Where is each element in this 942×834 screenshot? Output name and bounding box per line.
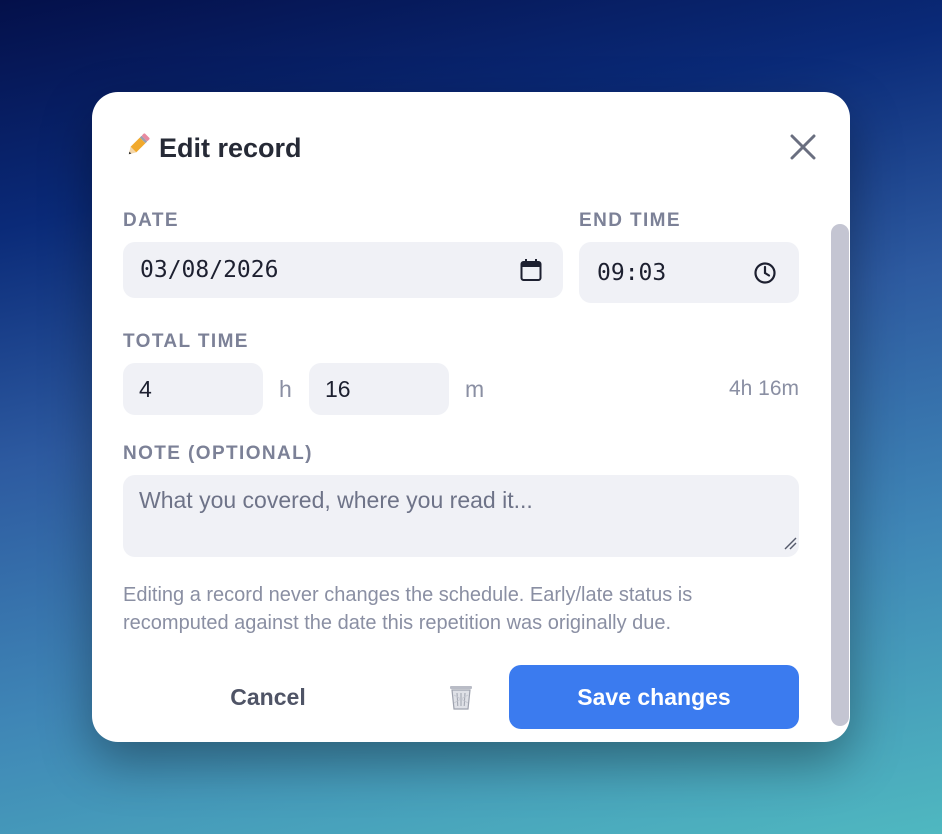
total-time-label: TOTAL TIME (123, 331, 249, 352)
trash-icon (450, 686, 472, 710)
save-changes-button[interactable]: Save changes (509, 665, 799, 729)
end-time-label: END TIME (579, 210, 681, 231)
date-input[interactable]: 03/08/2026 (123, 242, 563, 298)
delete-button[interactable] (442, 678, 480, 716)
end-time-input[interactable]: 09:03 (579, 242, 799, 303)
total-time-summary: 4h 16m (728, 377, 799, 400)
hours-value: 4 (139, 375, 152, 402)
note-textarea[interactable]: What you covered, where you read it... (123, 475, 799, 557)
note-label: NOTE (OPTIONAL) (123, 443, 313, 464)
hours-input[interactable]: 4 (123, 363, 263, 415)
hours-unit: h (279, 376, 292, 402)
cancel-button[interactable]: Cancel (188, 665, 348, 729)
hint-text: Editing a record never changes the sched… (123, 584, 693, 634)
minutes-value: 16 (325, 375, 351, 402)
date-value: 03/08/2026 (140, 257, 279, 283)
close-icon (790, 134, 816, 160)
scrollbar-thumb[interactable] (831, 224, 849, 726)
resize-handle-icon[interactable] (783, 536, 797, 555)
edit-record-dialog: Edit record DATE 03/08/2026 END TIME 09:… (92, 92, 850, 742)
minutes-unit: m (465, 376, 485, 402)
date-label: DATE (123, 210, 179, 231)
end-time-value: 09:03 (597, 259, 667, 286)
clock-icon[interactable] (753, 261, 777, 290)
dialog-title-text: Edit record (159, 132, 302, 163)
minutes-input[interactable]: 16 (309, 363, 449, 415)
calendar-icon[interactable] (520, 258, 542, 287)
dialog-title: Edit record (123, 130, 302, 166)
note-placeholder: What you covered, where you read it... (139, 487, 533, 513)
close-button[interactable] (786, 130, 820, 164)
pencil-icon (123, 131, 153, 166)
